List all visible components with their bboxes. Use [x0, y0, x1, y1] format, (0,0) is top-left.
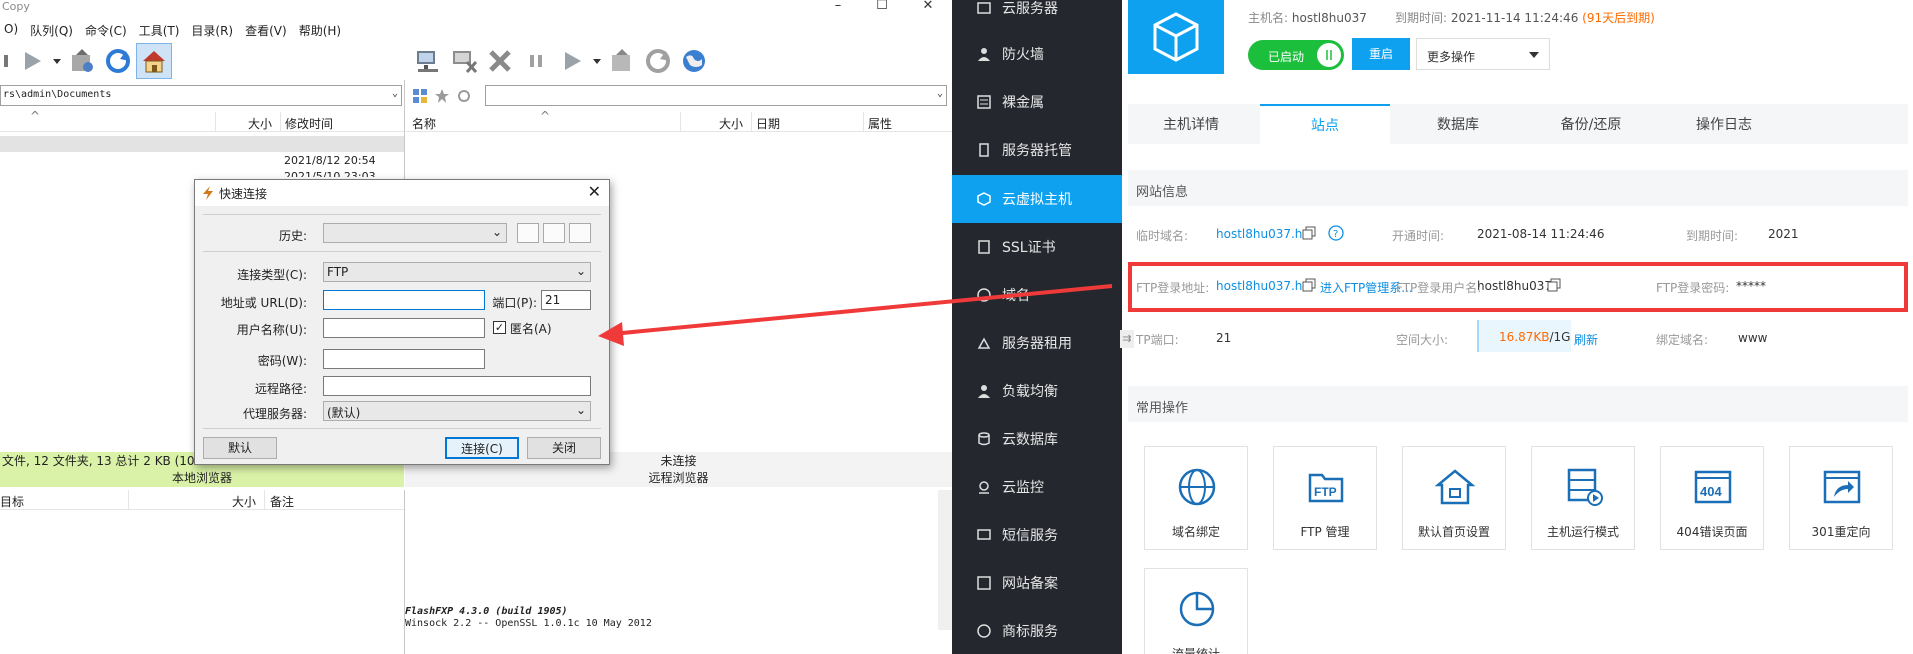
annotation-arrow [598, 284, 1113, 346]
